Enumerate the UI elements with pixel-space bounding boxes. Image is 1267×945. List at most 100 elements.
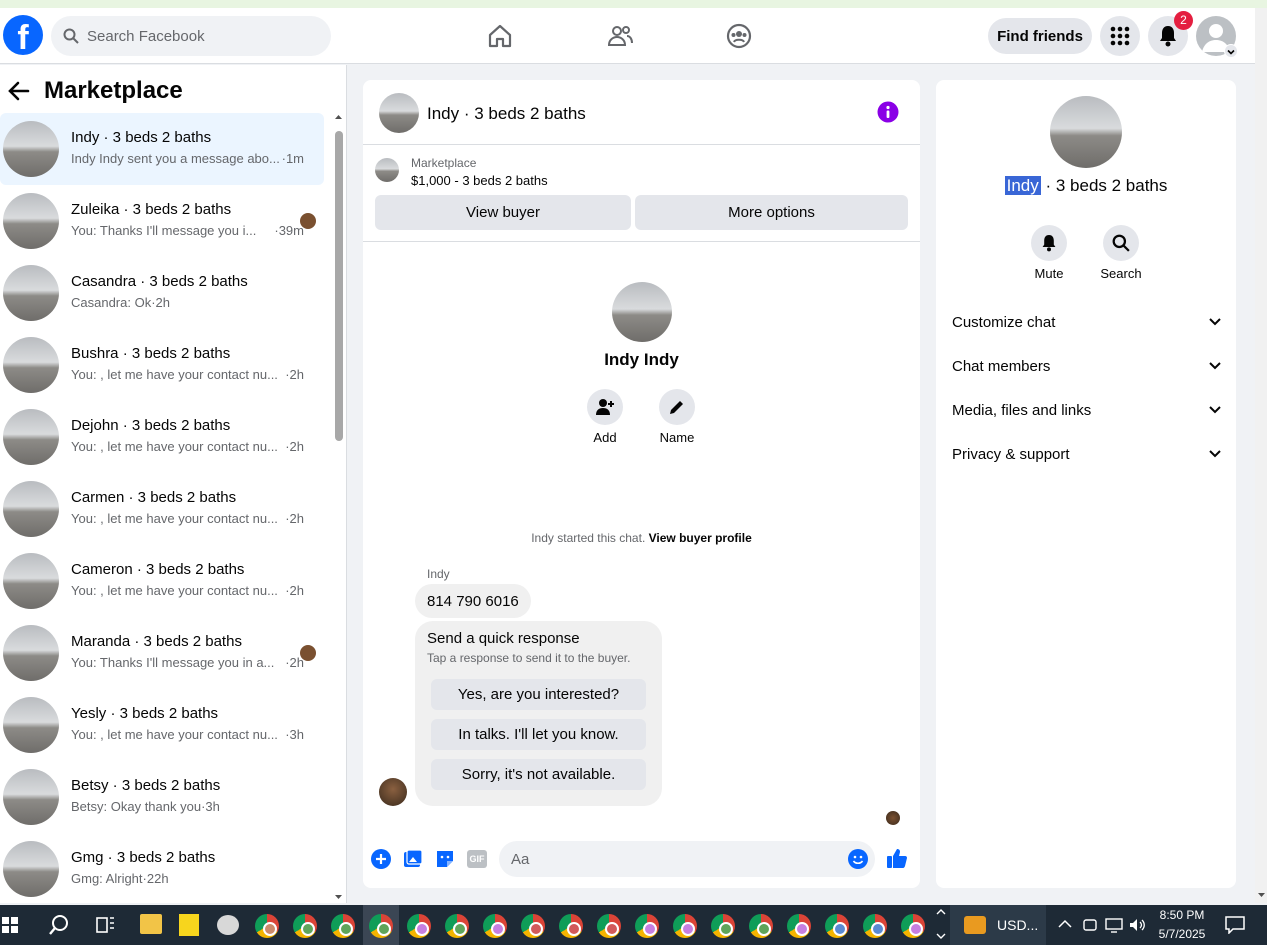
- quick-reply-3[interactable]: Sorry, it's not available.: [431, 759, 646, 790]
- scroll-down-arrow-icon[interactable]: [1257, 891, 1266, 899]
- home-icon[interactable]: [486, 22, 514, 50]
- chat-avatar[interactable]: [379, 93, 419, 133]
- details-avatar[interactable]: [1050, 96, 1122, 168]
- conversation-item[interactable]: Bushra · 3 beds 2 baths You: , let me hav…: [0, 329, 324, 401]
- chrome-window-icon[interactable]: [749, 914, 773, 938]
- details-section-privacy-support[interactable]: Privacy & support: [952, 436, 1222, 472]
- like-thumbs-up-icon[interactable]: [886, 847, 908, 869]
- chrome-window-icon[interactable]: [483, 914, 507, 938]
- chrome-window-icon[interactable]: [863, 914, 887, 938]
- listing-price[interactable]: $1,000 - 3 beds 2 baths: [411, 173, 548, 188]
- search-icon: [1112, 234, 1130, 252]
- friends-icon[interactable]: [606, 22, 634, 50]
- chrome-window-icon[interactable]: [635, 914, 659, 938]
- scroll-down-arrow-icon[interactable]: [334, 893, 343, 901]
- conversation-item[interactable]: Zuleika · 3 beds 2 baths You: Thanks I'll…: [0, 185, 324, 257]
- chrome-window-icon[interactable]: [711, 914, 735, 938]
- groups-icon[interactable]: [725, 22, 753, 50]
- conversation-item[interactable]: Carmen · 3 beds 2 baths You: , let me hav…: [0, 473, 324, 545]
- chrome-window-icon[interactable]: [445, 914, 469, 938]
- chrome-window-icon[interactable]: [901, 914, 925, 938]
- nickname-button[interactable]: [659, 389, 695, 425]
- details-section-media-files-and-links[interactable]: Media, files and links: [952, 392, 1222, 428]
- chrome-profile-badge: [529, 922, 543, 936]
- message-input[interactable]: Aa: [499, 841, 875, 877]
- account-chevron[interactable]: [1224, 44, 1238, 58]
- scrollbar[interactable]: [334, 113, 343, 903]
- notification-center-icon[interactable]: [1225, 916, 1245, 934]
- conversation-title: Dejohn · 3 beds 2 baths: [71, 417, 231, 434]
- details-section-chat-members[interactable]: Chat members: [952, 348, 1222, 384]
- emoji-icon[interactable]: [848, 849, 868, 869]
- chrome-window-icon[interactable]: [597, 914, 621, 938]
- conversation-item[interactable]: Gmg · 3 beds 2 baths Gmg: Alright·22h: [0, 833, 324, 903]
- search-in-chat-button[interactable]: [1103, 225, 1139, 261]
- listing-avatar: [3, 841, 59, 897]
- conversation-item[interactable]: Yesly · 3 beds 2 baths You: , let me have…: [0, 689, 324, 761]
- gif-button[interactable]: GIF: [467, 850, 487, 868]
- show-hidden-icons-chevron[interactable]: [1058, 919, 1072, 929]
- page-scrollbar[interactable]: [1255, 8, 1267, 903]
- chrome-window-icon[interactable]: [369, 914, 393, 938]
- conversation-item[interactable]: Casandra · 3 beds 2 baths Casandra: Ok·2h: [0, 257, 324, 329]
- message-bubble[interactable]: 814 790 6016: [415, 584, 531, 618]
- menu-button[interactable]: [1100, 16, 1140, 56]
- conversation-item[interactable]: Indy · 3 beds 2 baths Indy Indy sent you …: [0, 113, 324, 185]
- view-buyer-button[interactable]: View buyer: [375, 195, 631, 230]
- view-buyer-profile-link[interactable]: View buyer profile: [649, 531, 752, 545]
- sticky-notes-icon[interactable]: [179, 914, 199, 936]
- read-receipt-avatar: [300, 645, 316, 661]
- plus-circle-icon[interactable]: [371, 849, 391, 869]
- chat-title[interactable]: Indy · 3 beds 2 baths: [427, 104, 586, 124]
- taskbar-scroll-up-icon[interactable]: [936, 907, 946, 917]
- chrome-window-icon[interactable]: [331, 914, 355, 938]
- buyer-avatar[interactable]: [612, 282, 672, 342]
- add-friend-button[interactable]: [587, 389, 623, 425]
- quick-reply-1[interactable]: Yes, are you interested?: [431, 679, 646, 710]
- quick-reply-2[interactable]: In talks. I'll let you know.: [431, 719, 646, 750]
- scroll-up-arrow-icon[interactable]: [334, 113, 343, 121]
- network-icon[interactable]: [1105, 917, 1123, 933]
- task-view-icon[interactable]: [96, 915, 116, 935]
- windows-start-icon[interactable]: [2, 917, 18, 933]
- mute-button[interactable]: [1031, 225, 1067, 261]
- file-explorer-icon[interactable]: [140, 914, 162, 934]
- taskbar-search-icon[interactable]: [48, 914, 70, 936]
- chrome-profile-badge: [605, 922, 619, 936]
- chrome-window-icon[interactable]: [787, 914, 811, 938]
- meet-now-icon[interactable]: [1082, 917, 1098, 933]
- conversation-item[interactable]: Betsy · 3 beds 2 baths Betsy: Okay thank …: [0, 761, 324, 833]
- chrome-window-icon[interactable]: [825, 914, 849, 938]
- conversation-item[interactable]: Maranda · 3 beds 2 baths You: Thanks I'll…: [0, 617, 324, 689]
- chrome-window-icon[interactable]: [255, 914, 279, 938]
- snipping-tool-icon[interactable]: [217, 915, 239, 935]
- clock-time[interactable]: 8:50 PM: [1152, 908, 1212, 922]
- chrome-profile-badge: [453, 922, 467, 936]
- back-arrow-icon[interactable]: [8, 81, 30, 101]
- conversation-item[interactable]: Cameron · 3 beds 2 baths You: , let me ha…: [0, 545, 324, 617]
- photo-icon[interactable]: [403, 849, 423, 869]
- scrollbar-thumb[interactable]: [335, 131, 343, 441]
- taskbar-scroll-down-icon[interactable]: [936, 931, 946, 941]
- chrome-window-icon[interactable]: [521, 914, 545, 938]
- chrome-window-icon[interactable]: [559, 914, 583, 938]
- section-label: Customize chat: [952, 313, 1056, 331]
- find-friends-button[interactable]: Find friends: [988, 18, 1092, 54]
- chrome-window-icon[interactable]: [673, 914, 697, 938]
- more-options-button[interactable]: More options: [635, 195, 908, 230]
- conversation-item[interactable]: Dejohn · 3 beds 2 baths You: , let me hav…: [0, 401, 324, 473]
- chrome-window-icon[interactable]: [293, 914, 317, 938]
- details-section-customize-chat[interactable]: Customize chat: [952, 304, 1222, 340]
- currency-label: USD...: [997, 917, 1039, 933]
- currency-icon: [964, 916, 986, 934]
- info-icon[interactable]: [877, 101, 899, 123]
- search-input[interactable]: Search Facebook: [51, 16, 331, 56]
- currency-widget[interactable]: USD...: [950, 905, 1046, 945]
- volume-icon[interactable]: [1128, 916, 1146, 934]
- sticker-icon[interactable]: [435, 849, 455, 869]
- clock-date[interactable]: 5/7/2025: [1152, 927, 1212, 941]
- search-label: Search: [1100, 266, 1142, 281]
- facebook-logo-icon[interactable]: f: [3, 15, 43, 55]
- chrome-window-icon[interactable]: [407, 914, 431, 938]
- conversation-snippet: Indy Indy sent you a message abo...: [71, 151, 280, 166]
